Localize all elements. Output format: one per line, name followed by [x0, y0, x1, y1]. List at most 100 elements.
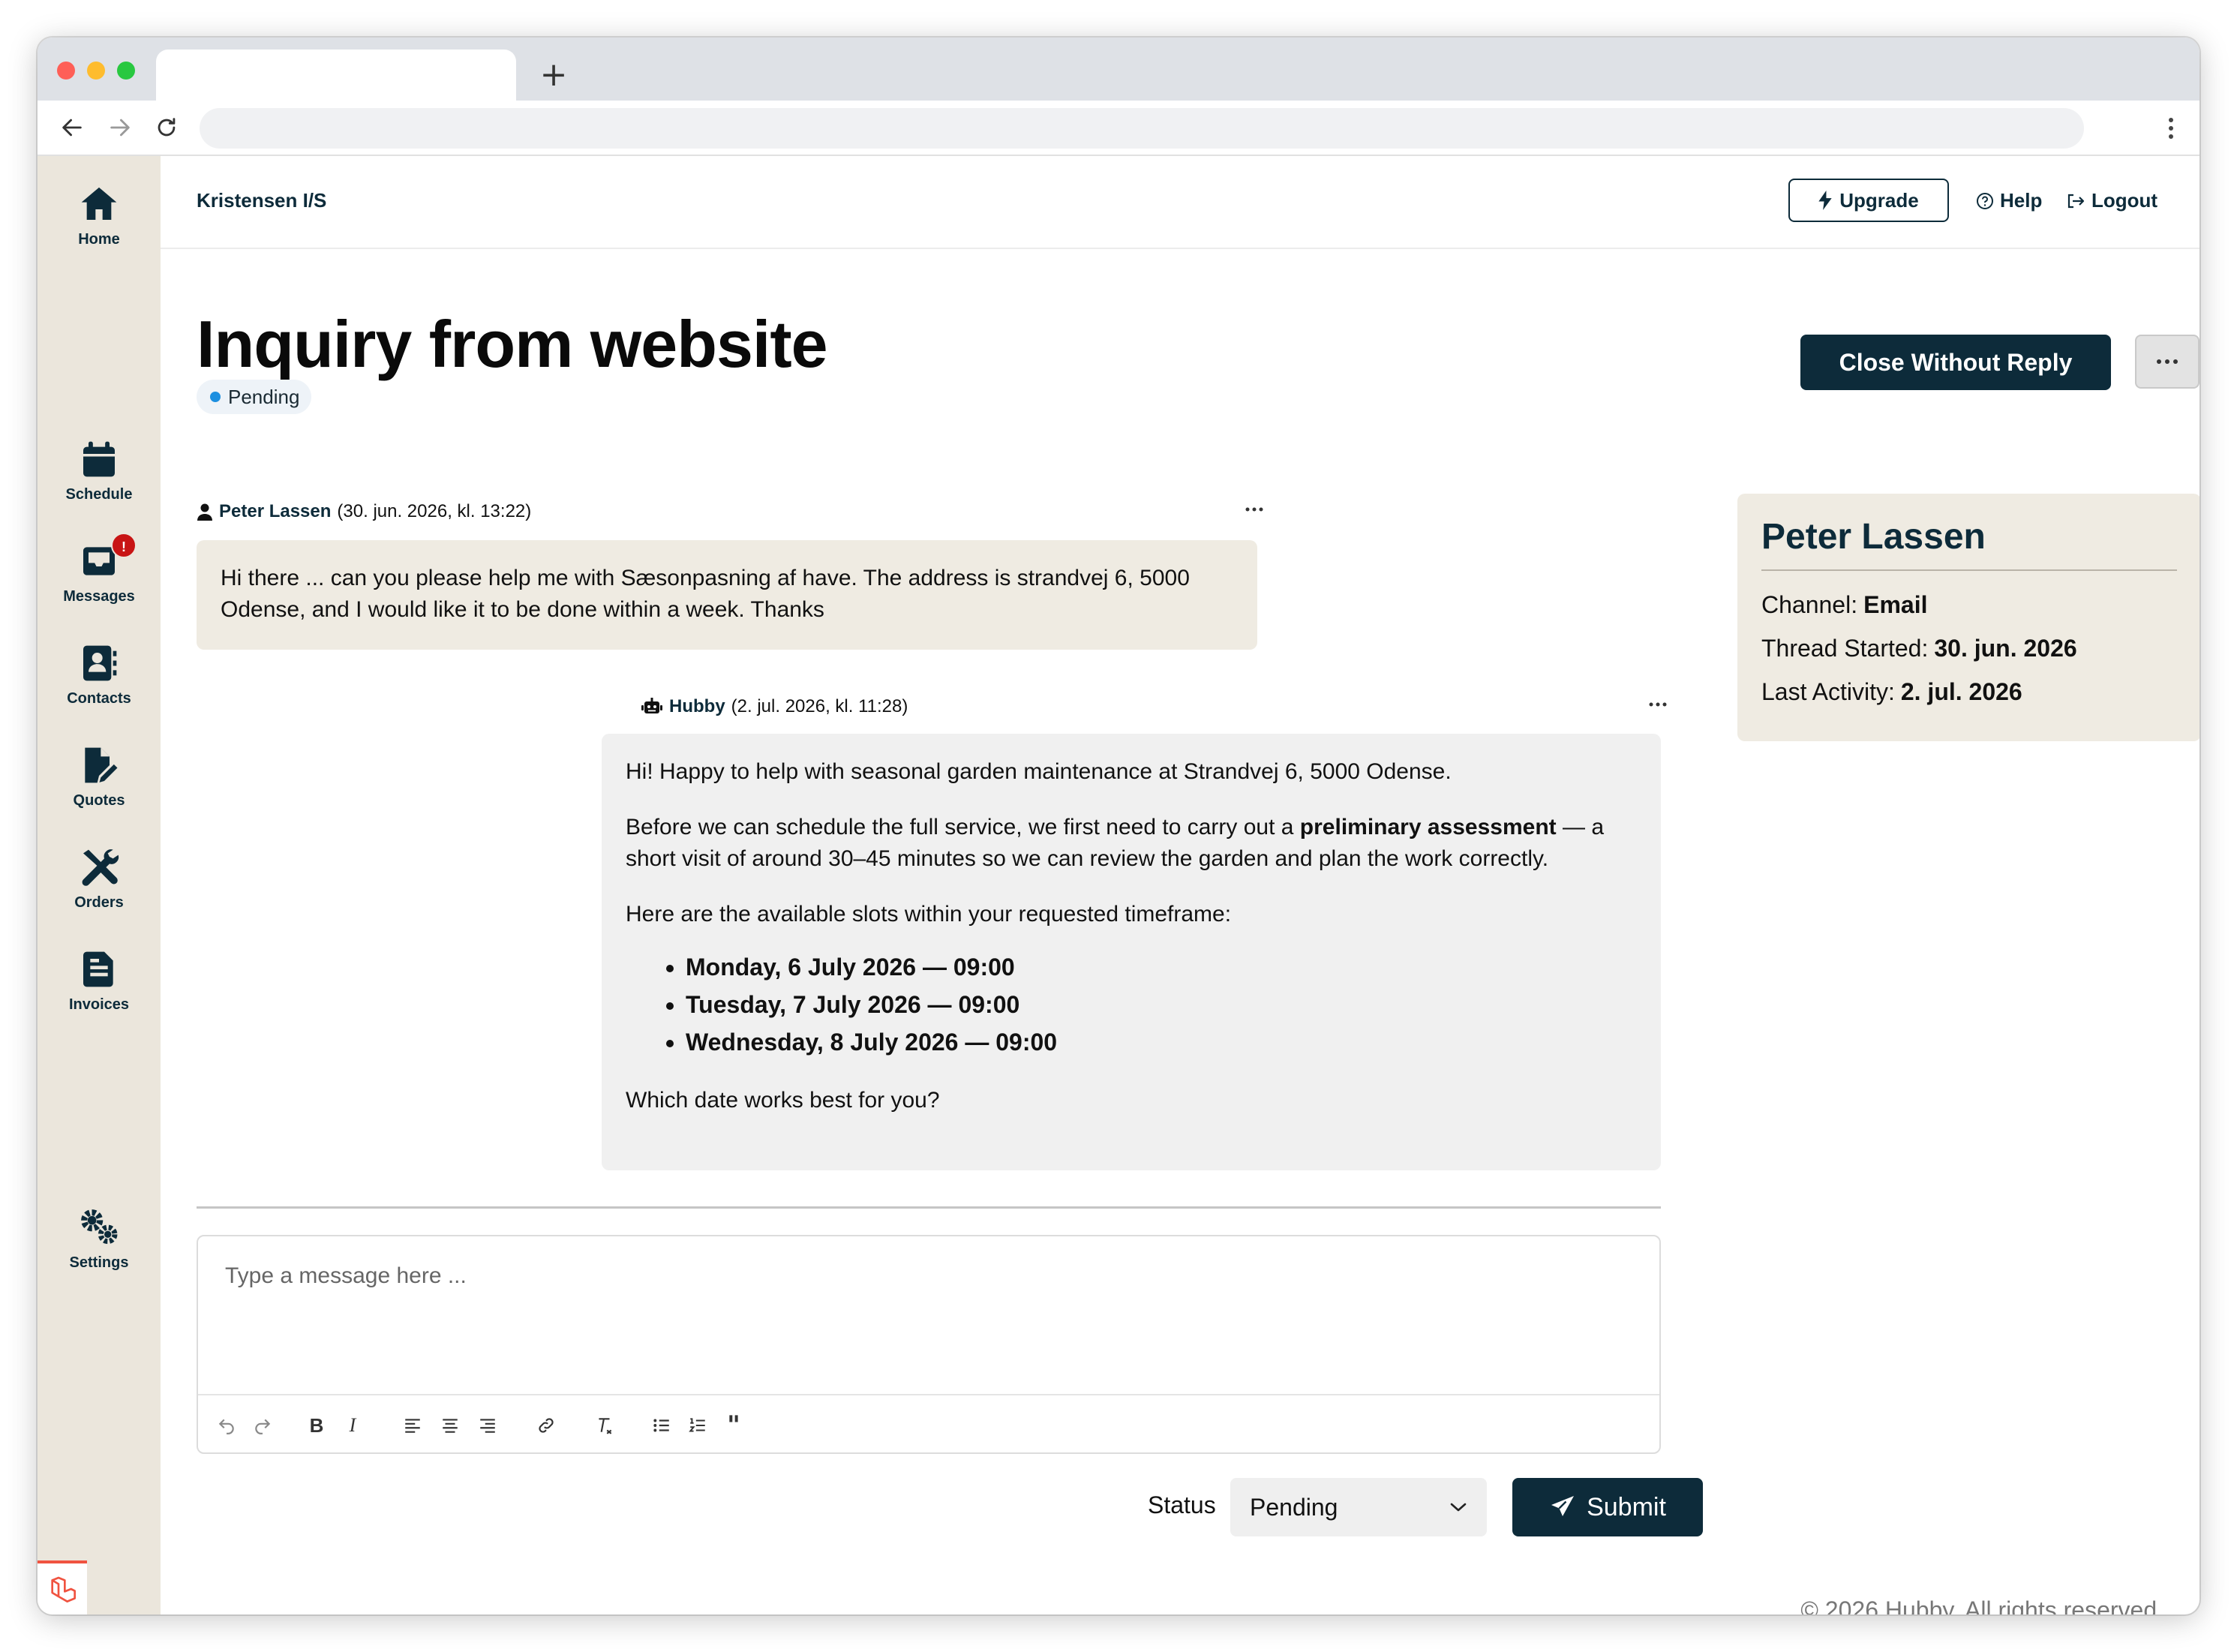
laravel-logo-icon[interactable] — [38, 1560, 87, 1614]
invoice-icon — [83, 951, 113, 987]
help-label: Help — [2000, 189, 2043, 212]
logout-link[interactable]: Logout — [2066, 189, 2157, 212]
app: Home Schedule ! Messages Contacts Quotes — [38, 156, 2199, 1614]
logout-label: Logout — [2091, 189, 2158, 212]
forward-arrow-icon[interactable] — [101, 108, 140, 147]
sidebar-item-messages[interactable]: ! Messages — [38, 533, 161, 605]
sidebar-item-quotes[interactable]: Quotes — [38, 744, 161, 809]
contact-name: Peter Lassen — [1761, 516, 2177, 571]
user-icon — [197, 503, 212, 521]
upgrade-button[interactable]: Upgrade — [1788, 179, 1949, 222]
sidebar-item-label: Messages — [63, 588, 135, 605]
main-content: Kristensen I/S Upgrade Help Logout Inqui… — [161, 156, 2199, 1614]
align-center-icon[interactable] — [437, 1412, 464, 1439]
address-bar[interactable] — [200, 108, 2084, 149]
slot-list: Monday, 6 July 2026 — 09:00 Tuesday, 7 J… — [626, 948, 1637, 1061]
status-badge: Pending — [197, 380, 312, 414]
close-without-reply-button[interactable]: Close Without Reply — [1800, 335, 2111, 390]
paper-plane-icon — [1551, 1496, 1575, 1516]
upgrade-label: Upgrade — [1839, 188, 1919, 212]
window-maximize-dot[interactable] — [117, 62, 135, 80]
more-options-button[interactable] — [2135, 335, 2199, 389]
clear-format-icon[interactable] — [591, 1412, 618, 1439]
footer-copyright: © 2026 Hubby. All rights reserved. — [1800, 1596, 2163, 1614]
sidebar-item-home[interactable]: Home — [38, 183, 161, 248]
message-author: Peter Lassen — [219, 501, 332, 521]
status-select-value: Pending — [1250, 1493, 1338, 1521]
top-bar: Kristensen I/S Upgrade Help Logout — [161, 156, 2199, 249]
link-icon[interactable] — [533, 1412, 560, 1439]
align-right-icon[interactable] — [474, 1412, 501, 1439]
home-icon — [81, 187, 117, 220]
message-paragraph: Here are the available slots within your… — [626, 902, 1232, 927]
help-link[interactable]: Help — [1976, 189, 2042, 212]
status-select[interactable]: Pending — [1230, 1478, 1487, 1536]
sidebar-item-label: Orders — [74, 894, 124, 911]
contact-thread-started: Thread Started: 30. jun. 2026 — [1761, 635, 2077, 662]
browser-tab[interactable] — [156, 50, 516, 101]
slot-item: Tuesday, 7 July 2026 — 09:00 — [686, 986, 1637, 1023]
calendar-icon — [83, 441, 115, 477]
message-input[interactable]: Type a message here ... — [225, 1263, 467, 1289]
italic-icon[interactable]: I — [339, 1412, 366, 1439]
sidebar-item-label: Home — [78, 231, 120, 248]
browser-menu-icon[interactable] — [2156, 108, 2186, 149]
sidebar-item-label: Settings — [69, 1254, 129, 1271]
page-title: Inquiry from website — [197, 307, 828, 381]
message-timestamp: (2. jul. 2026, kl. 11:28) — [731, 696, 908, 716]
sidebar-item-schedule[interactable]: Schedule — [38, 438, 161, 503]
browser-tabbar: + — [38, 38, 2199, 101]
contact-card: Peter Lassen Channel: Email Thread Starte… — [1737, 494, 2199, 741]
sidebar-item-settings[interactable]: Settings — [38, 1206, 161, 1272]
submit-label: Submit — [1587, 1492, 1666, 1521]
incoming-message: Hi there ... can you please help me with… — [197, 540, 1257, 650]
window-close-dot[interactable] — [57, 62, 75, 80]
contact-last-activity: Last Activity: 2. jul. 2026 — [1761, 678, 2022, 705]
logout-icon — [2067, 194, 2085, 208]
message-timestamp: (30. jun. 2026, kl. 13:22) — [337, 501, 532, 521]
numbered-list-icon[interactable] — [684, 1412, 711, 1439]
browser-window: + Home Schedule ! Messages Contacts Quot… — [38, 38, 2199, 1614]
new-tab-icon[interactable]: + — [531, 53, 576, 98]
tools-icon — [82, 849, 119, 886]
ellipsis-icon — [2157, 359, 2178, 364]
window-minimize-dot[interactable] — [87, 62, 105, 80]
message-bold-text: preliminary assessment — [1299, 815, 1557, 840]
slot-item: Monday, 6 July 2026 — 09:00 — [686, 948, 1637, 986]
reload-icon[interactable] — [147, 108, 186, 147]
company-name: Kristensen I/S — [197, 189, 327, 212]
message-composer[interactable]: Type a message here ... B I " — [197, 1235, 1661, 1454]
gears-icon — [81, 1209, 118, 1245]
sidebar-item-invoices[interactable]: Invoices — [38, 948, 161, 1014]
sidebar-item-label: Quotes — [73, 792, 125, 809]
bolt-icon — [1818, 191, 1832, 210]
sidebar: Home Schedule ! Messages Contacts Quotes — [38, 156, 161, 1614]
undo-icon[interactable] — [213, 1412, 240, 1439]
question-circle-icon — [1977, 192, 1993, 209]
quote-icon[interactable]: " — [720, 1410, 747, 1440]
sidebar-item-contacts[interactable]: Contacts — [38, 642, 161, 707]
slot-item: Wednesday, 8 July 2026 — 09:00 — [686, 1023, 1637, 1061]
message-options-icon[interactable] — [1643, 693, 1673, 716]
editor-toolbar: B I " — [198, 1394, 1659, 1454]
bold-icon[interactable]: B — [303, 1412, 330, 1439]
robot-icon — [641, 698, 662, 713]
back-arrow-icon[interactable] — [53, 108, 92, 147]
file-pen-icon — [85, 747, 118, 783]
submit-button[interactable]: Submit — [1512, 1478, 1703, 1536]
redo-icon[interactable] — [249, 1412, 276, 1439]
contact-channel: Channel: Email — [1761, 591, 1928, 618]
sidebar-item-label: Invoices — [68, 996, 130, 1013]
bullet-list-icon[interactable] — [648, 1412, 675, 1439]
chevron-down-icon — [1450, 1503, 1467, 1512]
sidebar-item-label: Contacts — [67, 690, 131, 707]
outgoing-message: Hi! Happy to help with seasonal garden m… — [602, 734, 1661, 1170]
message-paragraph: Before we can schedule the full service,… — [626, 815, 1605, 871]
messages-badge: ! — [111, 533, 137, 558]
contact-book-icon — [83, 645, 117, 681]
message-meta: Hubby (2. jul. 2026, kl. 11:28) — [641, 696, 908, 717]
sidebar-item-orders[interactable]: Orders — [38, 846, 161, 912]
message-author: Hubby — [669, 696, 725, 716]
align-left-icon[interactable] — [399, 1412, 426, 1439]
message-options-icon[interactable] — [1239, 498, 1269, 521]
